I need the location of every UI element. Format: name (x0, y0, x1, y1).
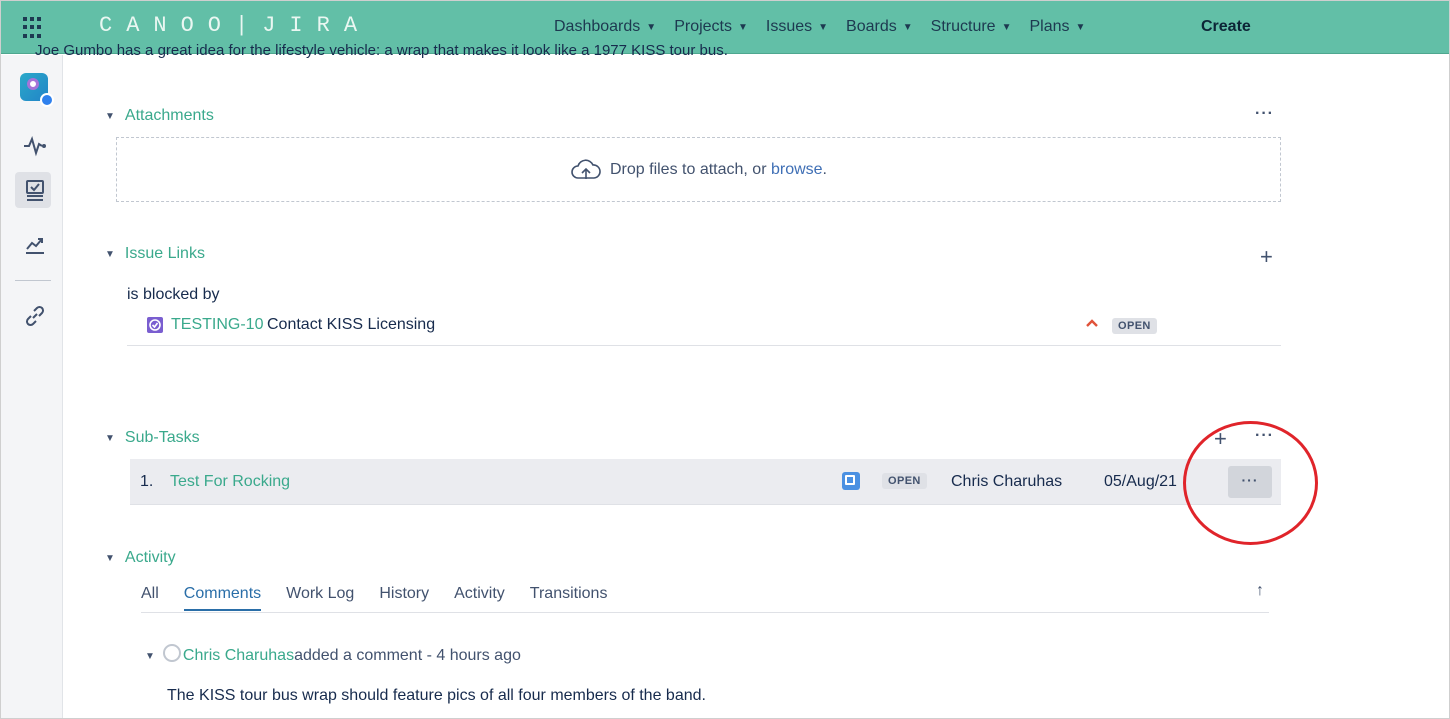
chevron-down-icon: ▼ (105, 248, 115, 260)
app-switcher-icon[interactable] (23, 17, 45, 39)
issue-links-header[interactable]: ▼ Issue Links (105, 245, 205, 263)
tab-comments[interactable]: Comments (183, 585, 262, 611)
project-sidebar (1, 55, 63, 718)
attachments-title: Attachments (124, 107, 214, 124)
subtask-number: 1. (140, 473, 154, 490)
comment-author[interactable]: Chris Charuhas (183, 647, 294, 665)
comment-header: ▼ Chris Charuhas added a comment - 4 hou… (145, 644, 521, 665)
subtask-type-icon (147, 317, 163, 333)
linked-issue-summary[interactable]: Contact KISS Licensing (267, 316, 435, 334)
chevron-down-icon: ▼ (105, 110, 115, 122)
link-relation-label: is blocked by (127, 286, 220, 303)
chevron-down-icon: ▼ (105, 552, 115, 564)
tab-work-log[interactable]: Work Log (286, 585, 354, 611)
nav-dashboards[interactable]: Dashboards ▼ (554, 18, 656, 36)
sidebar-divider (15, 280, 51, 281)
board-icon[interactable] (22, 177, 48, 203)
add-link-icon[interactable]: + (1260, 246, 1273, 268)
priority-high-icon (1085, 316, 1099, 330)
tab-activity[interactable]: Activity (454, 585, 505, 611)
attachments-more-icon[interactable]: ··· (1255, 105, 1274, 123)
nav-projects[interactable]: Projects ▼ (674, 18, 748, 36)
app-window: CANOO|JIRA Dashboards ▼ Projects ▼ Issues ▼… (0, 0, 1450, 719)
nav-structure[interactable]: Structure ▼ (931, 18, 1012, 36)
brand-logo[interactable]: CANOO|JIRA (99, 13, 371, 38)
chevron-down-icon: ▼ (105, 432, 115, 444)
tab-history[interactable]: History (379, 585, 429, 611)
chevron-down-icon: ▼ (646, 21, 657, 33)
status-badge: OPEN (1112, 318, 1157, 334)
linked-issue-row[interactable]: TESTING-10 Contact KISS Licensing OPEN (127, 312, 1281, 346)
subtask-assignee[interactable]: Chris Charuhas (951, 473, 1062, 491)
nav-dashboards-label: Dashboards (554, 18, 641, 35)
status-badge: OPEN (882, 473, 927, 489)
chevron-down-icon: ▼ (1075, 21, 1086, 33)
cloud-upload-icon (571, 158, 601, 179)
chevron-down-icon: ▼ (902, 21, 913, 33)
chevron-down-icon: ▼ (1001, 21, 1012, 33)
reports-chart-icon[interactable] (22, 231, 48, 257)
nav-boards-label: Boards (846, 18, 897, 35)
nav-projects-label: Projects (674, 18, 732, 35)
tab-all[interactable]: All (141, 585, 159, 611)
activity-pulse-icon[interactable] (22, 133, 48, 159)
subtask-row[interactable]: 1. Test For Rocking OPEN Chris Charuhas … (130, 459, 1281, 505)
chevron-down-icon: ▼ (818, 21, 829, 33)
nav-plans[interactable]: Plans ▼ (1029, 18, 1085, 36)
chevron-down-icon: ▼ (737, 21, 748, 33)
avatar-badge (40, 93, 54, 107)
activity-title: Activity (124, 549, 176, 566)
avatar-dot (27, 78, 39, 90)
description-text: Joe Gumbo has a great idea for the lifes… (35, 42, 728, 59)
subtasks-header[interactable]: ▼ Sub-Tasks (105, 429, 200, 447)
linked-issue-key[interactable]: TESTING-10 (171, 316, 263, 334)
subtask-type-icon (842, 472, 860, 490)
subtasks-title: Sub-Tasks (124, 429, 200, 446)
comment-body: The KISS tour bus wrap should feature pi… (167, 687, 706, 704)
tab-transitions[interactable]: Transitions (530, 585, 608, 611)
annotation-highlight-circle (1183, 421, 1318, 545)
subtask-title[interactable]: Test For Rocking (170, 473, 290, 491)
avatar (162, 644, 181, 662)
nav-plans-label: Plans (1029, 18, 1070, 35)
link-icon[interactable] (22, 303, 48, 329)
attachments-header[interactable]: ▼ Attachments (105, 107, 214, 125)
dropzone-text: Drop files to attach, or (610, 160, 767, 178)
subtask-due-date: 05/Aug/21 (1104, 473, 1177, 490)
activity-tabs: All Comments Work Log History Activity T… (141, 585, 632, 611)
create-button[interactable]: Create (1201, 18, 1251, 36)
attachment-dropzone[interactable]: Drop files to attach, or browse. (116, 137, 1281, 202)
activity-header[interactable]: ▼ Activity (105, 549, 176, 567)
nav-issues-label: Issues (765, 18, 813, 35)
nav-issues[interactable]: Issues ▼ (766, 18, 828, 36)
issue-content: Joe Gumbo has a great idea for the lifes… (35, 42, 1449, 718)
browse-link[interactable]: browse (771, 161, 823, 179)
project-avatar[interactable] (20, 73, 54, 107)
tabs-divider (141, 612, 1269, 613)
nav-menu: Dashboards ▼ Projects ▼ Issues ▼ Boards ▼ St… (554, 18, 1103, 36)
nav-structure-label: Structure (930, 18, 996, 35)
comment-meta: added a comment - 4 hours ago (294, 647, 521, 664)
sort-order-icon[interactable]: ↑ (1256, 582, 1264, 600)
nav-boards[interactable]: Boards ▼ (846, 18, 913, 36)
chevron-down-icon[interactable]: ▼ (145, 651, 155, 662)
dropzone-suffix: . (822, 160, 827, 178)
issue-links-title: Issue Links (124, 245, 205, 262)
